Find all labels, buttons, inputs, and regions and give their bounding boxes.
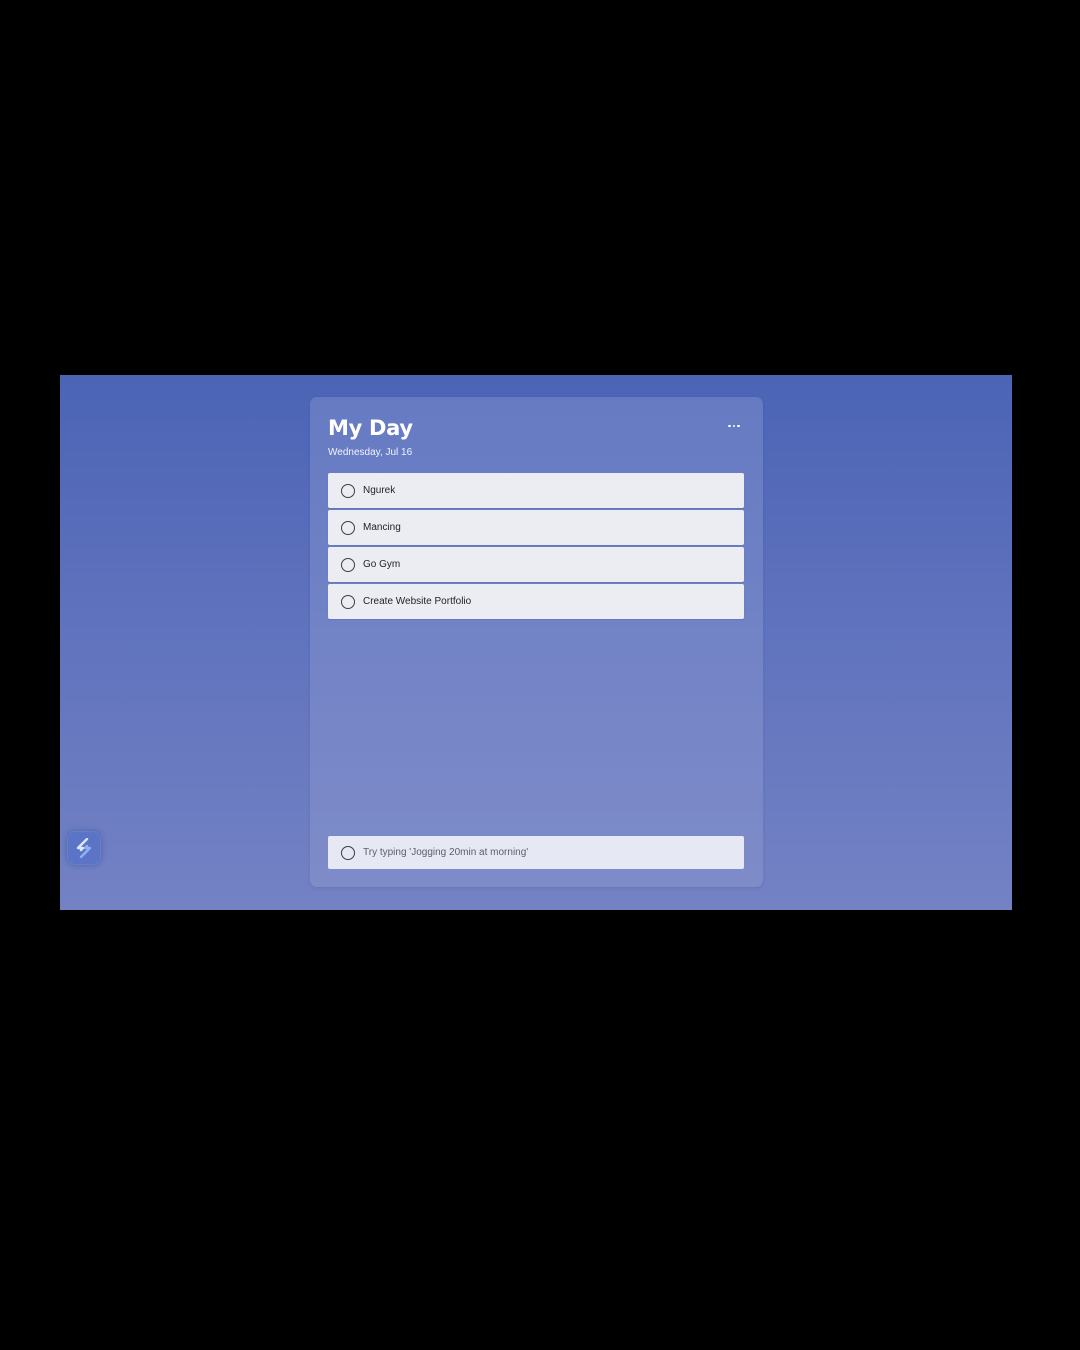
- task-label: Go Gym: [363, 559, 401, 570]
- more-dot: [737, 424, 740, 428]
- more-options-button[interactable]: [720, 417, 748, 435]
- task-label: Ngurek: [363, 485, 396, 496]
- app-screen: My Day Wednesday, Jul 16 Ngurek Mancing …: [60, 375, 1012, 910]
- add-task-bar: [328, 836, 744, 869]
- app-logo-glyph: [76, 838, 92, 858]
- circle-icon[interactable]: [341, 557, 355, 572]
- circle-icon[interactable]: [341, 520, 355, 535]
- app-logo-icon[interactable]: [67, 831, 101, 865]
- add-task-input[interactable]: [363, 836, 744, 869]
- page-title: My Day: [328, 416, 413, 440]
- task-item[interactable]: Mancing: [328, 510, 744, 545]
- date-subtitle: Wednesday, Jul 16: [328, 447, 413, 458]
- task-item[interactable]: Create Website Portfolio: [328, 584, 744, 619]
- circle-icon[interactable]: [341, 483, 355, 498]
- task-list: Ngurek Mancing Go Gym Create Website Por…: [328, 473, 744, 621]
- more-dot: [732, 424, 736, 428]
- my-day-panel: My Day Wednesday, Jul 16 Ngurek Mancing …: [310, 397, 763, 887]
- circle-icon[interactable]: [341, 594, 355, 609]
- task-item[interactable]: Go Gym: [328, 547, 744, 582]
- circle-icon: [341, 845, 355, 860]
- task-label: Create Website Portfolio: [363, 596, 472, 607]
- more-horizontal-icon: [728, 424, 731, 428]
- task-label: Mancing: [363, 522, 401, 533]
- task-item[interactable]: Ngurek: [328, 473, 744, 508]
